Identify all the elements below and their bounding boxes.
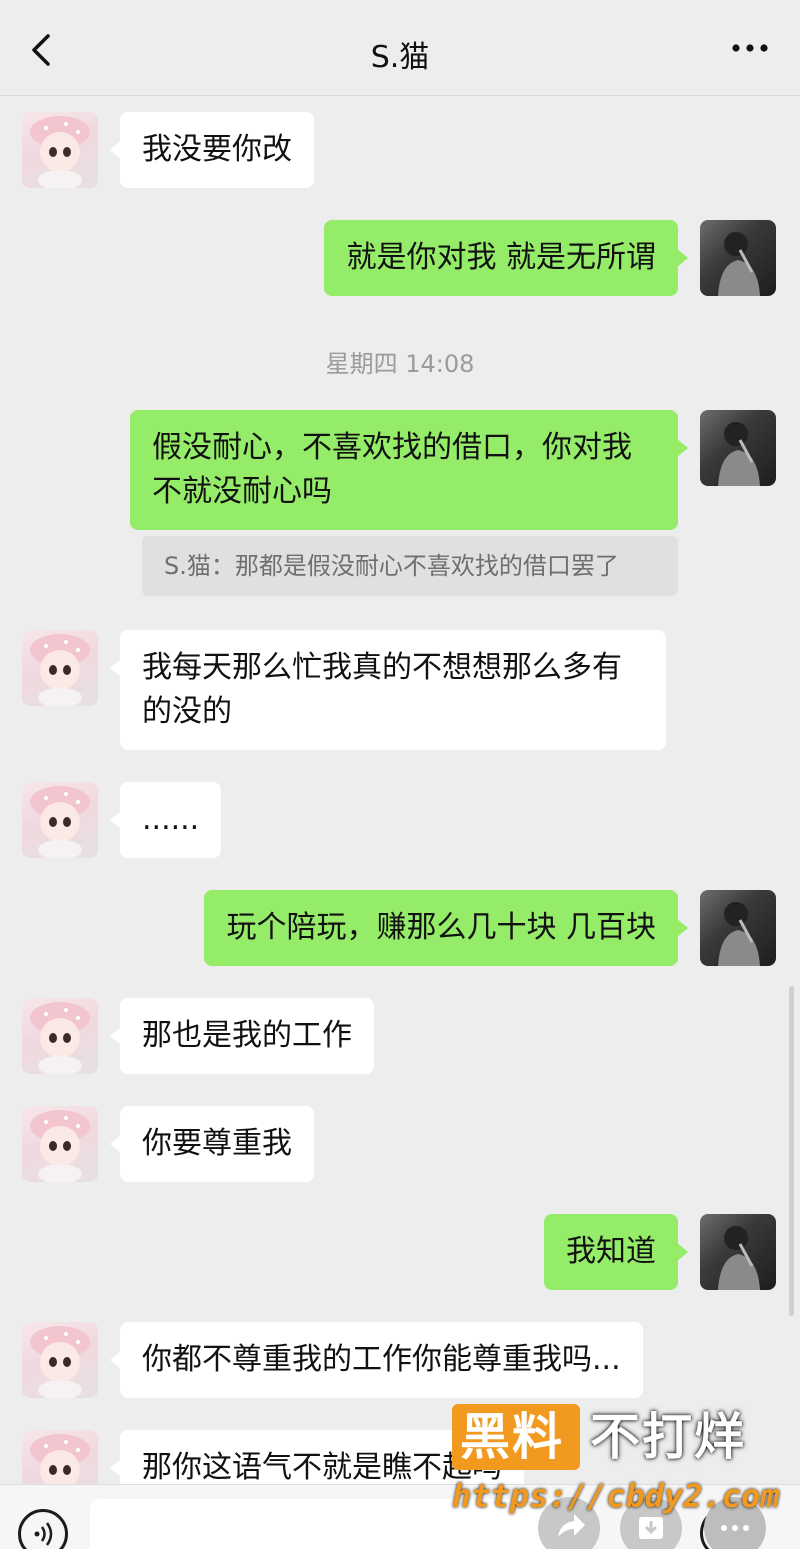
incoming-message[interactable]: 你要尊重我 [110,1106,314,1182]
incoming-message[interactable]: 我没要你改 [110,112,314,188]
contact-avatar[interactable] [22,782,98,858]
message-list[interactable]: 我没要你改 就是你对我 就是无所谓 星期四 14:08 假没耐心，不喜欢找的借口… [0,96,800,1484]
contact-avatar[interactable] [22,1430,98,1484]
my-avatar[interactable] [700,410,776,486]
chat-title: S.猫 [370,40,430,75]
outgoing-message[interactable]: 假没耐心，不喜欢找的借口，你对我不就没耐心吗 [130,410,688,530]
ellipsis-icon[interactable] [730,38,770,58]
doll-avatar-icon [30,1110,90,1182]
contact-avatar[interactable] [22,630,98,706]
doll-avatar-icon [30,1326,90,1398]
voice-icon[interactable] [18,1509,68,1549]
doll-avatar-icon [30,786,90,858]
contact-avatar[interactable] [22,1322,98,1398]
my-avatar[interactable] [700,1214,776,1290]
outgoing-message[interactable]: 我知道 [544,1214,688,1290]
doll-avatar-icon [30,116,90,188]
portrait-avatar-icon [718,422,760,486]
incoming-message[interactable]: 我每天那么忙我真的不想想那么多有的没的 [110,630,666,750]
outgoing-message[interactable]: 就是你对我 就是无所谓 [324,220,688,296]
doll-avatar-icon [30,1002,90,1074]
contact-avatar[interactable] [22,998,98,1074]
watermark-url: https://cbdy2.com [452,1477,780,1515]
watermark-brand: 黑料 [460,1408,564,1466]
portrait-avatar-icon [718,1226,760,1290]
scrollbar[interactable] [789,986,794,1316]
my-avatar[interactable] [700,220,776,296]
incoming-message[interactable]: 你都不尊重我的工作你能尊重我吗... [110,1322,643,1398]
watermark-slogan: 不打烊 [590,1408,746,1466]
outgoing-message[interactable]: 玩个陪玩，赚那么几十块 几百块 [204,890,688,966]
timestamp: 星期四 14:08 [325,350,475,378]
my-avatar[interactable] [700,890,776,966]
doll-avatar-icon [30,1434,90,1484]
contact-avatar[interactable] [22,112,98,188]
chat-header: S.猫 [0,0,800,96]
doll-avatar-icon [30,634,90,706]
portrait-avatar-icon [718,902,760,966]
portrait-avatar-icon [718,232,760,296]
contact-avatar[interactable] [22,1106,98,1182]
incoming-message[interactable]: 那也是我的工作 [110,998,374,1074]
incoming-message[interactable]: ...... [109,782,222,858]
quoted-message[interactable]: S.猫：那都是假没耐心不喜欢找的借口罢了 [142,536,678,596]
